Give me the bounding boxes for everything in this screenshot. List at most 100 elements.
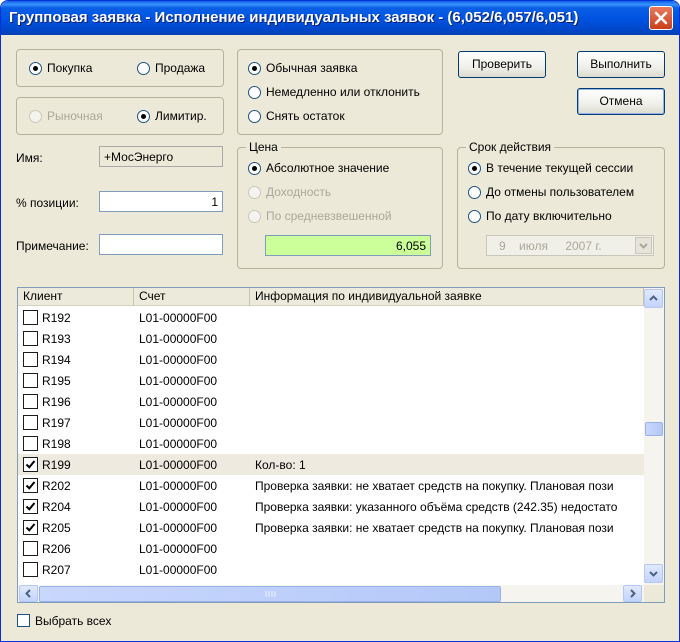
radio-price-yield-dot[interactable] <box>248 185 261 199</box>
table-row[interactable]: R194 L01-00000F00 <box>18 349 644 370</box>
checkmark-icon <box>25 523 36 532</box>
radio-valid-date-label: По дату включительно <box>486 209 612 223</box>
radio-exec-normal-label: Обычная заявка <box>266 61 358 75</box>
row-checkbox[interactable] <box>23 499 38 514</box>
table-row[interactable]: R199 L01-00000F00 Кол-во: 1 <box>18 454 644 475</box>
row-checkbox[interactable] <box>23 394 38 409</box>
scroll-down-button[interactable] <box>644 564 663 583</box>
radio-price-absolute-label: Абсолютное значение <box>266 161 390 175</box>
row-checkbox[interactable] <box>23 457 38 472</box>
radio-price-absolute[interactable]: Абсолютное значение <box>248 161 389 175</box>
cell-info: Кол-во: 1 <box>255 458 306 472</box>
radio-sell[interactable]: Продажа <box>137 61 205 75</box>
column-account[interactable]: Счет <box>134 288 250 306</box>
radio-valid-gtc-dot[interactable] <box>468 185 481 199</box>
column-client[interactable]: Клиент <box>18 288 134 306</box>
cell-info: Проверка заявки: указанного объёма средс… <box>255 500 618 514</box>
date-year: 2007 г. <box>565 239 602 253</box>
table-row[interactable]: R193 L01-00000F00 <box>18 328 644 349</box>
row-checkbox[interactable] <box>23 415 38 430</box>
price-group-title: Цена <box>246 140 281 154</box>
radio-exec-ioc-dot[interactable] <box>248 85 261 99</box>
exec-type-group: Обычная заявка Немедленно или отклонить … <box>237 49 443 135</box>
scroll-up-button[interactable] <box>644 289 663 308</box>
row-checkbox[interactable] <box>23 478 38 493</box>
radio-sell-dot[interactable] <box>137 61 150 75</box>
table-row[interactable]: R202 L01-00000F00 Проверка заявки: не хват… <box>18 475 644 496</box>
execute-button[interactable]: Выполнить <box>577 51 665 78</box>
close-button[interactable] <box>649 6 673 30</box>
cancel-button[interactable]: Отмена <box>577 88 665 115</box>
table-row[interactable]: R196 L01-00000F00 <box>18 391 644 412</box>
radio-price-weighted-label: По средневзвешенной <box>266 209 392 223</box>
column-info[interactable]: Информация по индивидуальной заявке <box>250 288 644 306</box>
radio-valid-session-dot[interactable] <box>468 161 481 175</box>
cell-account: L01-00000F00 <box>139 353 218 367</box>
radio-exec-cancel-rest-dot[interactable] <box>248 109 261 123</box>
table-row[interactable]: R192 L01-00000F00 <box>18 307 644 328</box>
table-row[interactable]: R205 L01-00000F00 Проверка заявки: не хват… <box>18 517 644 538</box>
radio-valid-session-label: В течение текущей сессии <box>486 161 634 175</box>
radio-exec-normal[interactable]: Обычная заявка <box>248 61 357 75</box>
radio-price-yield[interactable]: Доходность <box>248 185 331 199</box>
cell-client: R205 <box>42 521 71 535</box>
check-button[interactable]: Проверить <box>458 51 546 78</box>
radio-market[interactable]: Рыночная <box>29 109 103 123</box>
radio-valid-date-dot[interactable] <box>468 209 481 223</box>
row-checkbox[interactable] <box>23 541 38 556</box>
grip-icon <box>265 591 276 597</box>
radio-valid-date[interactable]: По дату включительно <box>468 209 612 223</box>
scroll-left-button[interactable] <box>19 585 38 602</box>
window-title: Групповая заявка - Исполнение индивидуал… <box>9 9 579 26</box>
table-row[interactable]: R204 L01-00000F00 Проверка заявки: указанн… <box>18 496 644 517</box>
radio-price-absolute-dot[interactable] <box>248 161 261 175</box>
radio-limit[interactable]: Лимитир. <box>137 109 207 123</box>
vertical-scrollbar[interactable] <box>644 288 664 585</box>
table-row[interactable]: R198 L01-00000F00 <box>18 433 644 454</box>
note-input[interactable] <box>99 234 223 255</box>
cell-account: L01-00000F00 <box>139 479 218 493</box>
radio-exec-normal-dot[interactable] <box>248 61 261 75</box>
arrow-down-icon <box>649 571 658 577</box>
note-label: Примечание: <box>16 239 89 253</box>
radio-price-weighted[interactable]: По средневзвешенной <box>248 209 392 223</box>
row-checkbox[interactable] <box>23 562 38 577</box>
table-row[interactable]: R197 L01-00000F00 <box>18 412 644 433</box>
radio-valid-session[interactable]: В течение текущей сессии <box>468 161 633 175</box>
radio-valid-gtc-label: До отмены пользователем <box>486 185 635 199</box>
row-checkbox[interactable] <box>23 331 38 346</box>
horizontal-scroll-thumb[interactable] <box>39 586 501 602</box>
arrow-up-icon <box>649 295 658 301</box>
radio-market-dot[interactable] <box>29 109 42 123</box>
scroll-right-button[interactable] <box>623 585 642 602</box>
radio-limit-dot[interactable] <box>137 109 150 123</box>
radio-buy[interactable]: Покупка <box>29 61 92 75</box>
horizontal-scrollbar[interactable] <box>18 585 644 602</box>
radio-exec-cancel-rest[interactable]: Снять остаток <box>248 109 345 123</box>
checkmark-icon <box>25 502 36 511</box>
row-checkbox[interactable] <box>23 373 38 388</box>
cell-account: L01-00000F00 <box>139 395 218 409</box>
select-all-checkbox[interactable] <box>17 614 30 627</box>
price-input[interactable]: 6,055 <box>265 235 431 256</box>
radio-price-weighted-dot[interactable] <box>248 209 261 223</box>
title-bar[interactable]: Групповая заявка - Исполнение индивидуал… <box>1 1 679 35</box>
vertical-scroll-thumb[interactable] <box>645 422 663 436</box>
name-field: +МосЭнерго <box>99 146 223 167</box>
table-row[interactable]: R207 L01-00000F00 <box>18 559 644 580</box>
row-checkbox[interactable] <box>23 436 38 451</box>
table-row[interactable]: R195 L01-00000F00 <box>18 370 644 391</box>
radio-buy-dot[interactable] <box>29 61 42 75</box>
row-checkbox[interactable] <box>23 352 38 367</box>
table-row[interactable]: R206 L01-00000F00 <box>18 538 644 559</box>
validity-date-picker[interactable]: 9 июля 2007 г. <box>486 235 654 256</box>
position-input[interactable]: 1 <box>99 191 223 212</box>
row-checkbox[interactable] <box>23 520 38 535</box>
cell-client: R195 <box>42 374 71 388</box>
radio-exec-ioc[interactable]: Немедленно или отклонить <box>248 85 420 99</box>
radio-valid-gtc[interactable]: До отмены пользователем <box>468 185 634 199</box>
cell-account: L01-00000F00 <box>139 521 218 535</box>
date-dropdown-button[interactable] <box>635 237 652 254</box>
cell-client: R199 <box>42 458 71 472</box>
row-checkbox[interactable] <box>23 310 38 325</box>
